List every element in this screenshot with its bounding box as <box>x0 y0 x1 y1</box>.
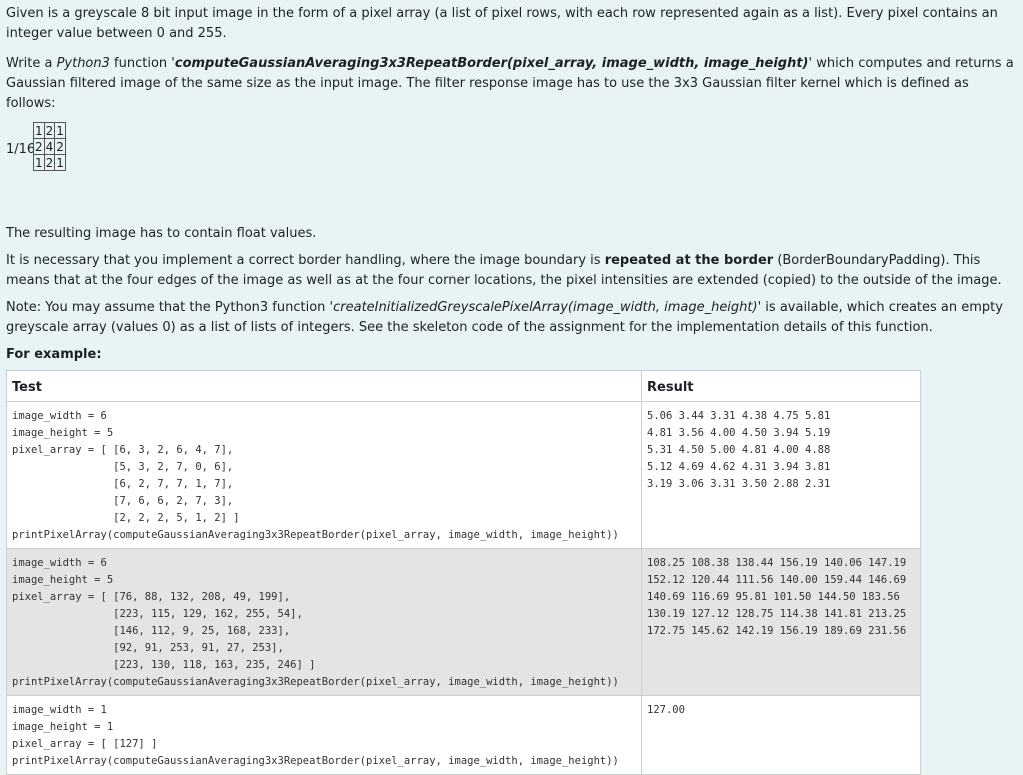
kernel-matrix: 1 2 1 2 4 2 1 2 1 <box>33 122 66 171</box>
result-output: 108.25 108.38 138.44 156.19 140.06 147.1… <box>647 557 907 637</box>
question-text: Given is a greyscale 8 bit input image i… <box>0 0 1023 775</box>
note-paragraph: Note: You may assume that the Python3 fu… <box>6 298 1017 338</box>
function-signature: computeGaussianAveraging3x3RepeatBorder(… <box>174 56 809 71</box>
kernel-factor: 1/16 <box>6 142 36 157</box>
kernel-row: 1 2 1 <box>33 122 66 139</box>
examples-table: Test Result image_width = 6 image_height… <box>6 370 921 775</box>
test-code: image_width = 6 image_height = 5 pixel_a… <box>12 410 619 541</box>
test-cell: image_width = 6 image_height = 5 pixel_a… <box>6 401 642 549</box>
result-output: 127.00 <box>647 704 685 716</box>
table-row: image_width = 1 image_height = 1 pixel_a… <box>6 695 921 775</box>
test-code: image_width = 6 image_height = 5 pixel_a… <box>12 557 619 688</box>
kernel-row: 2 4 2 <box>33 138 66 155</box>
result-cell: 5.06 3.44 3.31 4.38 4.75 5.81 4.81 3.56 … <box>641 401 921 549</box>
example-title: For example: <box>6 347 102 362</box>
kernel-cell: 1 <box>54 154 66 171</box>
kernel-cell: 2 <box>43 122 56 139</box>
note-text-a: Note: You may assume that the Python3 fu… <box>6 300 334 315</box>
result-cell: 127.00 <box>641 695 921 775</box>
kernel-cell: 2 <box>33 138 45 155</box>
kernel-cell: 4 <box>43 138 56 155</box>
intro-paragraph: Given is a greyscale 8 bit input image i… <box>6 6 998 41</box>
table-header-row: Test Result <box>6 370 921 402</box>
test-code: image_width = 1 image_height = 1 pixel_a… <box>12 704 619 767</box>
task-text-b: function ' <box>109 56 175 71</box>
kernel-cell: 1 <box>54 122 66 139</box>
kernel-cell: 2 <box>54 138 66 155</box>
task-language: Python3 <box>56 56 110 71</box>
kernel-cell: 2 <box>43 154 56 171</box>
task-paragraph: Write a Python3 function 'computeGaussia… <box>6 54 1017 114</box>
result-output: 5.06 3.44 3.31 4.38 4.75 5.81 4.81 3.56 … <box>647 410 831 490</box>
gaussian-kernel: 1/16 1 2 1 2 4 2 1 2 1 <box>6 120 1017 184</box>
result-cell: 108.25 108.38 138.44 156.19 140.06 147.1… <box>641 548 921 696</box>
header-result: Result <box>641 370 921 402</box>
kernel-row: 1 2 1 <box>33 154 66 171</box>
border-paragraph: It is necessary that you implement a cor… <box>6 251 1017 291</box>
border-emphasis: repeated at the border <box>604 253 774 268</box>
task-text-a: Write a <box>6 56 57 71</box>
kernel-cell: 1 <box>33 154 45 171</box>
table-row: image_width = 6 image_height = 5 pixel_a… <box>6 401 921 549</box>
helper-function: createInitializedGreyscalePixelArray(ima… <box>333 300 758 315</box>
header-test: Test <box>6 370 642 402</box>
float-note: The resulting image has to contain float… <box>6 226 317 241</box>
kernel-cell: 1 <box>33 122 45 139</box>
test-cell: image_width = 6 image_height = 5 pixel_a… <box>6 548 642 696</box>
table-row: image_width = 6 image_height = 5 pixel_a… <box>6 548 921 696</box>
test-cell: image_width = 1 image_height = 1 pixel_a… <box>6 695 642 775</box>
border-text-a: It is necessary that you implement a cor… <box>6 253 605 268</box>
